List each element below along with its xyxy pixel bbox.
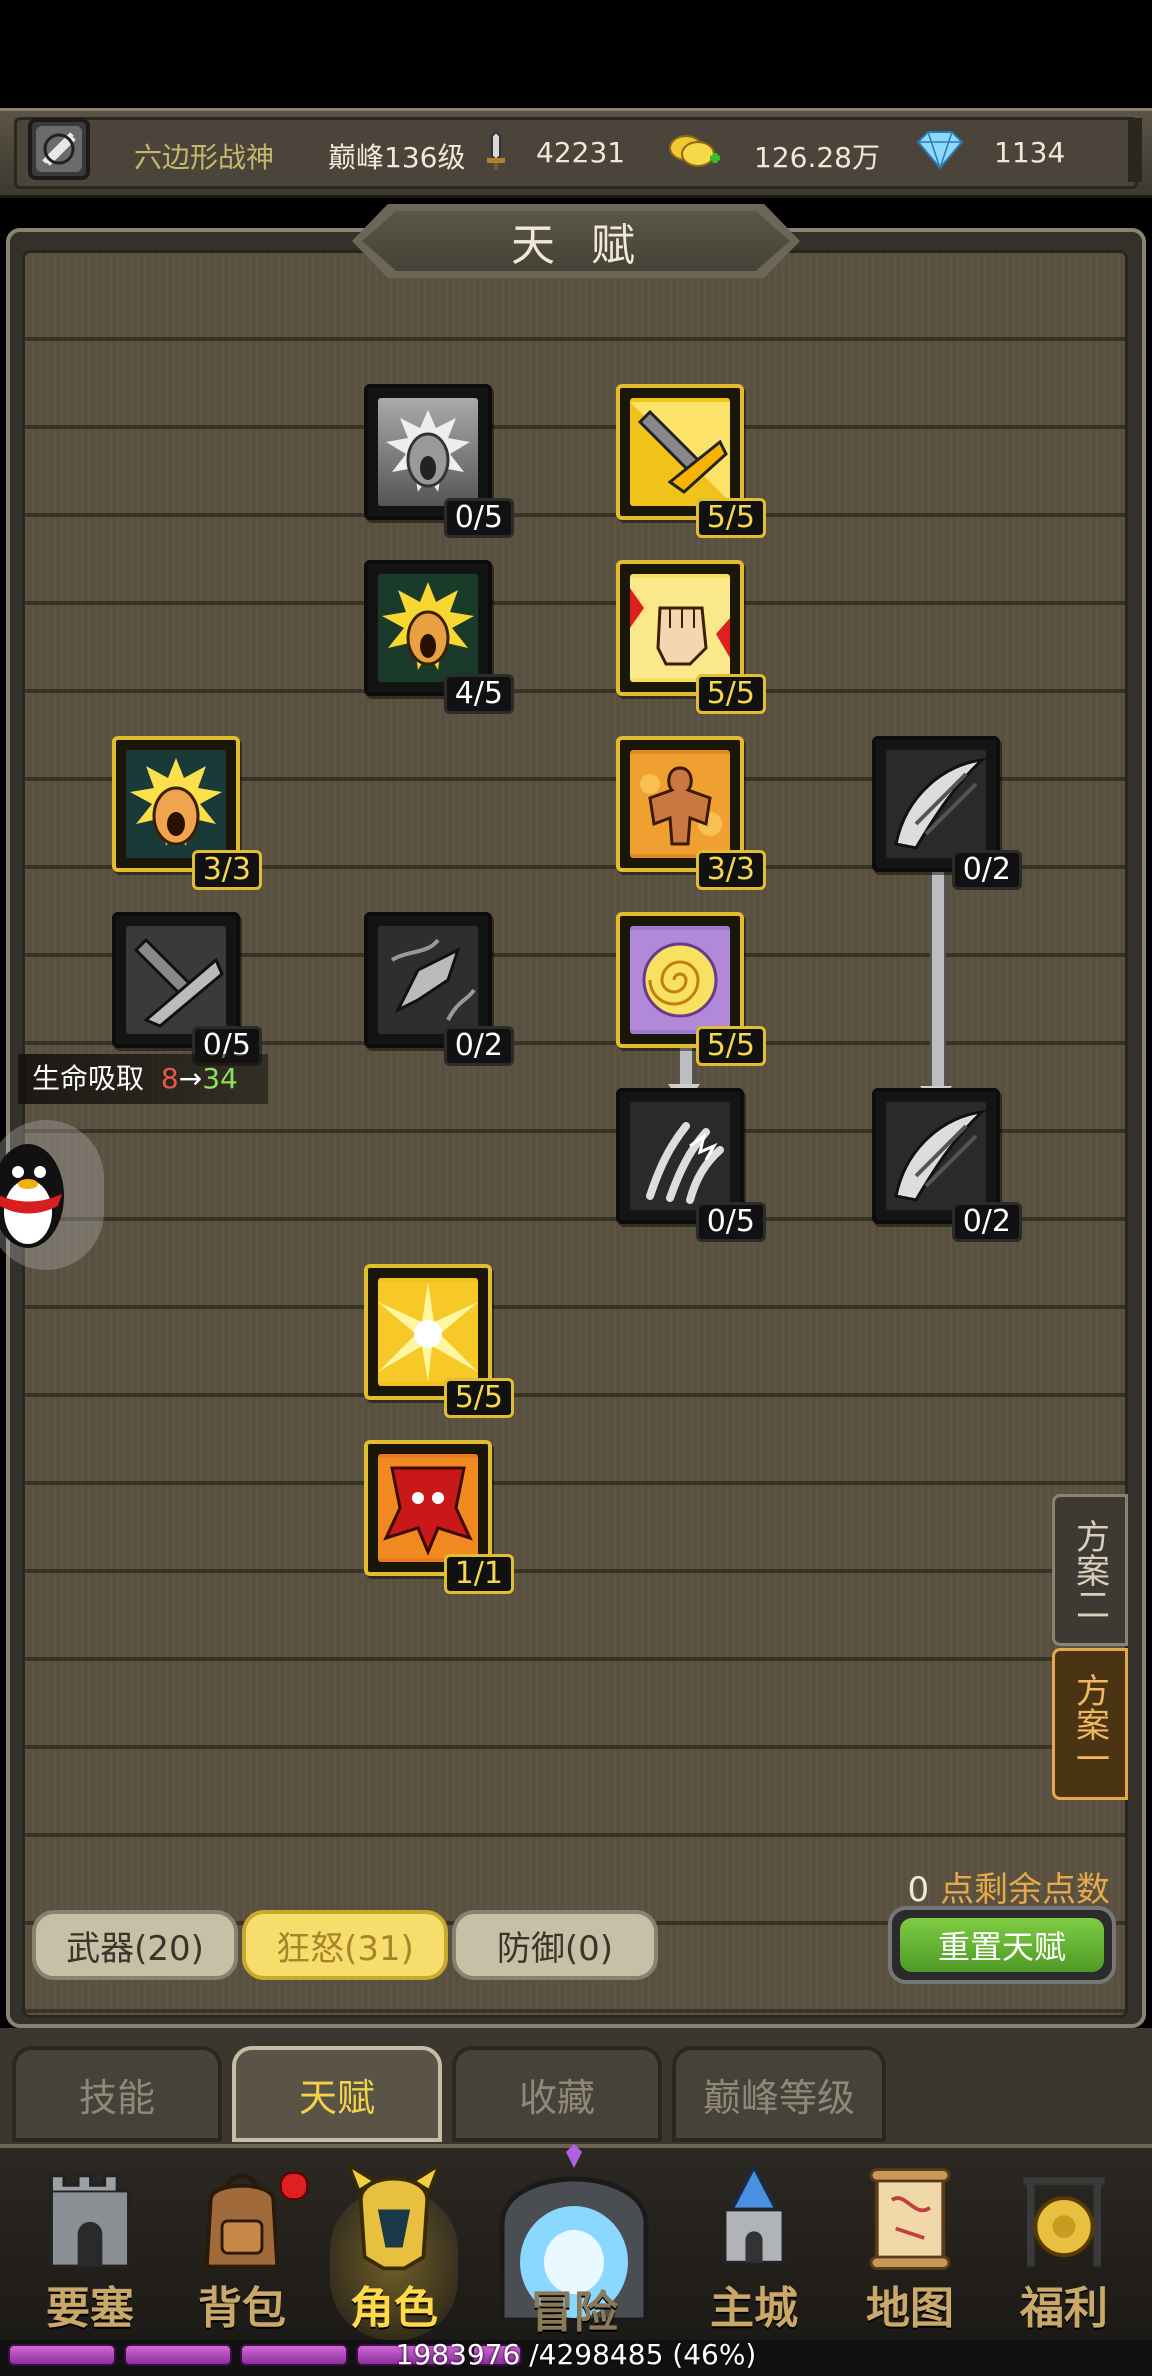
sword-strike-icon [630,402,730,502]
gold-value: 126.28万 [754,141,880,174]
nav-main-city[interactable]: 主城 [684,2150,824,2336]
claw-icon [646,1122,724,1204]
power-value: 42231 [536,136,626,169]
category-defense-button[interactable]: 防御(0) [452,1910,658,1980]
nav-character[interactable]: 角色 [324,2150,464,2340]
blade-slash-icon [894,758,986,850]
talent-count: 5/5 [695,498,766,538]
talent-node[interactable]: 0/5 [112,912,262,1066]
castle-icon [49,2173,131,2269]
nav-character-label: 角色 [350,2283,438,2334]
talent-count: 0/5 [443,498,514,538]
tab-skills[interactable]: 技能 [12,2046,222,2142]
talent-node[interactable]: 0/5 [364,384,514,538]
war-banner-icon [378,1458,478,1558]
talent-node[interactable]: 5/5 [616,912,766,1066]
talent-node[interactable]: 5/5 [616,384,766,538]
muscle-berserker-icon [630,754,730,854]
nav-welfare-label: 福利 [1020,2283,1108,2334]
nav-main-city-label: 主城 [710,2283,798,2334]
player-avatar[interactable] [28,118,90,180]
talent-node[interactable]: 1/1 [364,1440,514,1594]
penguin-icon [0,1144,64,1248]
notification-dot [280,2172,308,2200]
vortex-icon [630,930,730,1030]
points-label: 点剩余点数 [940,1870,1110,1910]
fist-punch-icon [630,578,730,678]
talent-count: 1/1 [443,1554,514,1594]
sunburst-icon [378,1282,478,1382]
talent-count: 0/5 [695,1202,766,1242]
talent-node[interactable]: 5/5 [616,560,766,714]
reset-talent-button[interactable]: 重置天赋 [888,1906,1116,1984]
points-value: 0 [907,1870,930,1910]
scream-gray-icon [386,410,470,492]
category-rage-button[interactable]: 狂怒(31) [242,1910,448,1980]
tooltip-arrow: → [178,1062,203,1095]
floating-assistant-button[interactable] [0,1120,104,1270]
scream-gold-icon [382,582,474,670]
nav-fortress-label: 要塞 [46,2283,134,2334]
sword-gray-icon [133,937,224,1028]
reset-talent-label: 重置天赋 [900,1918,1104,1972]
talent-node[interactable]: 0/2 [872,1088,1022,1242]
talent-node[interactable]: 3/3 [112,736,262,890]
talent-count: 3/3 [695,850,766,890]
nav-map-label: 地图 [866,2283,954,2334]
tooltip-from: 8 [160,1062,179,1095]
sword-power-icon [487,130,505,170]
plan-two-tab[interactable]: 方案二 [1052,1494,1128,1646]
remaining-points: 0 点剩余点数 [860,1862,1110,1911]
talent-node[interactable]: 5/5 [364,1264,514,1418]
tab-collection[interactable]: 收藏 [452,2046,662,2142]
peak-level: 巅峰136级 [328,141,466,174]
talent-count: 4/5 [443,674,514,714]
talent-count: 0/2 [951,850,1022,890]
nav-welfare[interactable]: 福利 [994,2150,1134,2336]
talent-node[interactable]: 0/2 [364,912,514,1066]
tooltip-to: 34 [202,1062,238,1095]
gold-coins-icon[interactable] [666,128,724,172]
talent-count: 5/5 [695,674,766,714]
talent-count: 5/5 [443,1378,514,1418]
plan-one-tab[interactable]: 方案一 [1052,1648,1128,1800]
helmet-icon [346,2162,442,2271]
talent-count: 0/2 [951,1202,1022,1242]
avatar-icon [36,126,82,172]
nav-backpack-label: 背包 [198,2283,286,2334]
diamond-value: 1134 [994,136,1066,169]
axe-whirl-icon [390,938,476,1021]
city-icon [722,2164,786,2265]
player-name: 六边形战神 [134,141,275,174]
nav-map[interactable]: 地图 [840,2150,980,2336]
diamond-icon[interactable] [910,128,970,172]
nav-fortress[interactable]: 要塞 [20,2150,160,2336]
topbar-end-cap [1128,118,1142,182]
talent-count: 3/3 [191,850,262,890]
gong-icon [1023,2177,1105,2267]
blade-slash-icon [894,1110,986,1202]
panel-title: 天赋 [362,211,790,271]
talent-node[interactable]: 3/3 [616,736,766,890]
rage-scream-icon [130,758,222,846]
tab-talent[interactable]: 天赋 [232,2046,442,2142]
map-scroll-icon [869,2168,951,2270]
category-weapon-button[interactable]: 武器(20) [32,1910,238,1980]
talent-count: 5/5 [695,1026,766,1066]
talent-node[interactable]: 0/5 [616,1088,766,1242]
nav-adventure[interactable]: 冒险 [484,2144,664,2338]
talent-node[interactable]: 4/5 [364,560,514,714]
talent-count: 0/2 [443,1026,514,1066]
talent-node[interactable]: 0/2 [872,736,1022,890]
xp-text: 1983976 /4298485 (46%) [395,2338,757,2371]
stat-tooltip: 生命吸取 8→34 [18,1054,268,1104]
tab-peak-level[interactable]: 巅峰等级 [672,2046,886,2142]
nav-adventure-label: 冒险 [530,2287,618,2338]
tooltip-label: 生命吸取 [32,1062,145,1095]
